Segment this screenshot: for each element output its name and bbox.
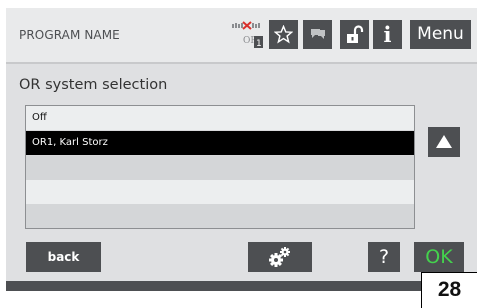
list-item-empty[interactable] bbox=[26, 204, 414, 228]
back-button[interactable]: back bbox=[26, 242, 101, 272]
info-icon: i bbox=[383, 22, 392, 47]
list-item-label: Off bbox=[32, 112, 47, 123]
ok-button[interactable]: OK bbox=[414, 242, 464, 272]
info-button[interactable]: i bbox=[373, 20, 402, 49]
list-item-label: OR1, Karl Storz bbox=[32, 137, 108, 148]
settings-button[interactable] bbox=[248, 242, 312, 272]
lock-button[interactable] bbox=[340, 20, 369, 49]
program-name: PROGRAM NAME bbox=[19, 28, 120, 42]
list-item-or1[interactable]: OR1, Karl Storz bbox=[26, 131, 414, 155]
page-number: 28 bbox=[421, 272, 477, 308]
bottom-bar bbox=[6, 281, 477, 291]
messages-button[interactable] bbox=[303, 20, 332, 49]
or-system-list: Off OR1, Karl Storz bbox=[25, 105, 415, 229]
list-item-empty[interactable] bbox=[26, 156, 414, 180]
screen-title: OR system selection bbox=[19, 77, 168, 93]
list-item-empty[interactable] bbox=[26, 180, 414, 204]
list-item-off[interactable]: Off bbox=[26, 106, 414, 130]
scroll-up-button[interactable] bbox=[428, 127, 460, 157]
unlock-icon bbox=[346, 25, 363, 43]
help-button[interactable]: ? bbox=[368, 242, 400, 272]
star-icon bbox=[274, 25, 293, 44]
or-indicator-number: 1 bbox=[256, 39, 262, 49]
chat-icon bbox=[310, 29, 325, 39]
device-screen: PROGRAM NAME OR 1 i Menu OR system selec… bbox=[6, 8, 477, 291]
favorite-button[interactable] bbox=[269, 20, 298, 49]
or-connection-icon: OR 1 bbox=[230, 21, 266, 51]
menu-button[interactable]: Menu bbox=[410, 20, 471, 49]
settings-icon bbox=[269, 247, 290, 267]
top-bar: PROGRAM NAME OR 1 i Menu bbox=[6, 8, 477, 64]
scroll-up-icon bbox=[436, 135, 452, 148]
